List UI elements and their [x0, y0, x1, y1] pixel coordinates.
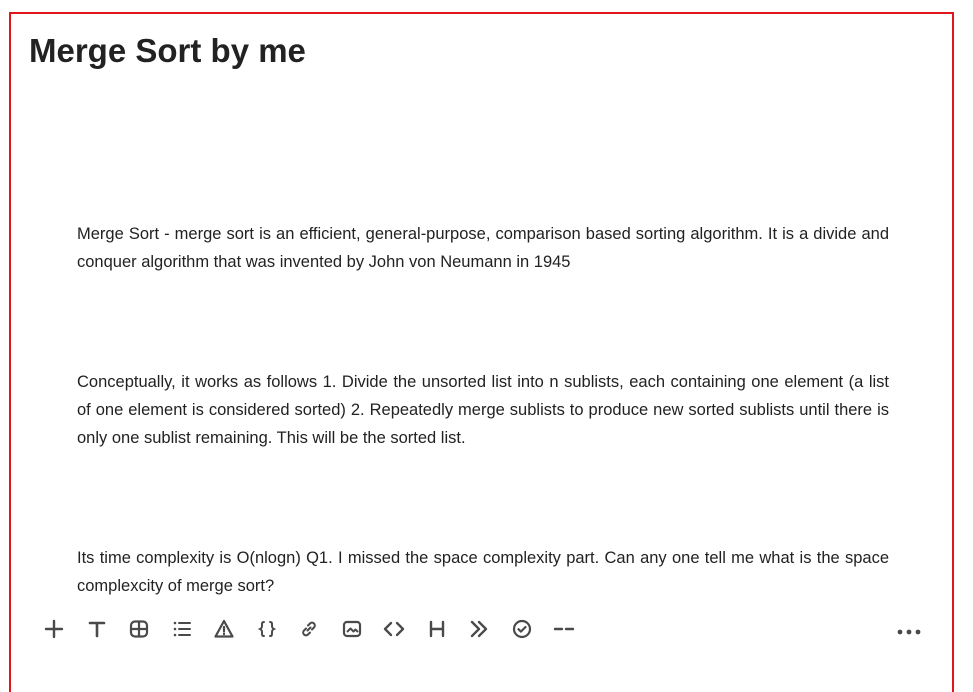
- divider-icon: [553, 627, 575, 631]
- table-button[interactable]: [124, 614, 154, 644]
- json-button[interactable]: [252, 614, 282, 644]
- table-icon: [129, 620, 149, 638]
- text-icon: [88, 621, 105, 638]
- paragraph-question[interactable]: Its time complexity is O(nlogn) Q1. I mi…: [77, 544, 889, 600]
- editor-toolbar: [39, 614, 592, 644]
- paragraph-intro[interactable]: Merge Sort - merge sort is an efficient,…: [77, 220, 889, 276]
- list-icon: [173, 621, 191, 637]
- more-horizontal-icon: [897, 629, 921, 635]
- quote-icon: [470, 620, 488, 638]
- checklist-button[interactable]: [507, 614, 537, 644]
- page-title[interactable]: Merge Sort by me: [29, 32, 306, 70]
- code-button[interactable]: [379, 614, 409, 644]
- braces-icon: [257, 621, 276, 637]
- link-icon: [302, 621, 316, 637]
- more-options-button[interactable]: [894, 620, 924, 644]
- plus-icon: [44, 619, 64, 639]
- callout-button[interactable]: [209, 614, 239, 644]
- quote-button[interactable]: [464, 614, 494, 644]
- check-circle-icon: [512, 619, 531, 639]
- image-icon: [342, 620, 361, 638]
- code-icon: [383, 621, 405, 637]
- add-block-button[interactable]: [39, 614, 69, 644]
- link-button[interactable]: [294, 614, 324, 644]
- divider-button[interactable]: [549, 614, 579, 644]
- editor-frame: Merge Sort by me Merge Sort - merge sort…: [9, 12, 954, 692]
- list-button[interactable]: [167, 614, 197, 644]
- text-button[interactable]: [82, 614, 112, 644]
- heading-button[interactable]: [422, 614, 452, 644]
- heading-icon: [429, 620, 444, 638]
- image-button[interactable]: [337, 614, 367, 644]
- warning-icon: [214, 619, 234, 638]
- paragraph-concept[interactable]: Conceptually, it works as follows 1. Div…: [77, 368, 889, 452]
